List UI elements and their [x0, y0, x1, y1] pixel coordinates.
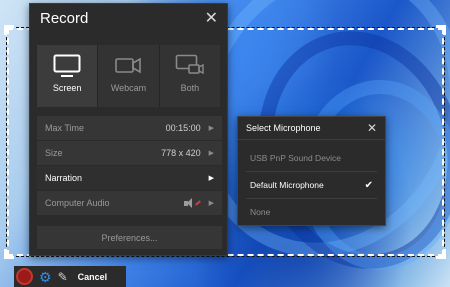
cancel-button[interactable]: Cancel	[78, 272, 108, 282]
monitor-icon	[53, 54, 81, 77]
screen-webcam-icon	[175, 54, 204, 75]
narration-row[interactable]: Narration ▶	[37, 166, 222, 191]
mic-option-label: USB PnP Sound Device	[250, 153, 342, 163]
mode-webcam-label: Webcam	[110, 83, 147, 93]
pencil-icon[interactable]: ✎	[58, 271, 68, 283]
mode-both-button[interactable]: Both	[160, 45, 220, 107]
mic-option-label: Default Microphone	[250, 180, 324, 190]
mode-screen-button[interactable]: Screen	[37, 45, 99, 107]
record-icon[interactable]	[16, 268, 33, 285]
resize-handle-bottom-right[interactable]	[436, 249, 446, 259]
speaker-muted-icon	[183, 198, 201, 208]
size-label: Size	[45, 148, 63, 158]
chevron-right-icon: ▶	[208, 200, 214, 207]
max-time-row[interactable]: Max Time 00:15:00 ▶	[37, 116, 222, 141]
webcam-icon	[115, 57, 142, 74]
resize-handle-bottom-left[interactable]	[4, 249, 14, 259]
select-microphone-menu: Select Microphone ✕ USB PnP Sound Device…	[237, 116, 386, 226]
mode-webcam-button[interactable]: Webcam	[98, 45, 160, 107]
chevron-right-icon: ▶	[208, 125, 214, 132]
mic-option-none[interactable]: None	[238, 199, 385, 225]
capture-mode-selector: Screen Webcam Both	[37, 45, 220, 107]
computer-audio-label: Computer Audio	[45, 198, 110, 208]
max-time-value: 00:15:00	[165, 123, 201, 133]
record-settings-list: Max Time 00:15:00 ▶ Size 778 x 420 ▶ Nar…	[37, 116, 222, 216]
size-row[interactable]: Size 778 x 420 ▶	[37, 141, 222, 166]
preferences-button[interactable]: Preferences...	[37, 226, 222, 249]
mic-option-default[interactable]: Default Microphone ✔	[238, 172, 385, 198]
mic-option-label: None	[250, 207, 271, 217]
mode-both-label: Both	[180, 83, 200, 93]
gear-icon[interactable]: ⚙	[39, 270, 52, 284]
size-value: 778 x 420	[161, 148, 201, 158]
panel-title: Record	[40, 10, 89, 27]
resize-handle-top-left[interactable]	[4, 25, 14, 35]
chevron-right-icon: ▶	[208, 150, 214, 157]
close-icon[interactable]: ✕	[205, 10, 218, 27]
max-time-label: Max Time	[45, 123, 85, 133]
narration-label: Narration	[45, 173, 83, 183]
mic-menu-title: Select Microphone	[246, 123, 321, 133]
mic-menu-header: Select Microphone ✕	[238, 117, 385, 140]
record-panel: Record ✕ Screen Webcam Both Max Time 00:…	[29, 3, 228, 256]
mic-option-usb[interactable]: USB PnP Sound Device	[238, 145, 385, 171]
chevron-right-icon: ▶	[208, 175, 214, 182]
mode-screen-label: Screen	[52, 83, 82, 93]
close-icon[interactable]: ✕	[367, 121, 377, 135]
capture-toolbar: ⚙ ✎ Cancel	[14, 266, 126, 287]
checkmark-icon: ✔	[364, 179, 373, 191]
resize-handle-top-right[interactable]	[436, 25, 446, 35]
computer-audio-row[interactable]: Computer Audio ▶	[37, 191, 222, 216]
record-panel-header: Record ✕	[30, 4, 227, 33]
mic-options-list: USB PnP Sound Device Default Microphone …	[238, 140, 385, 225]
